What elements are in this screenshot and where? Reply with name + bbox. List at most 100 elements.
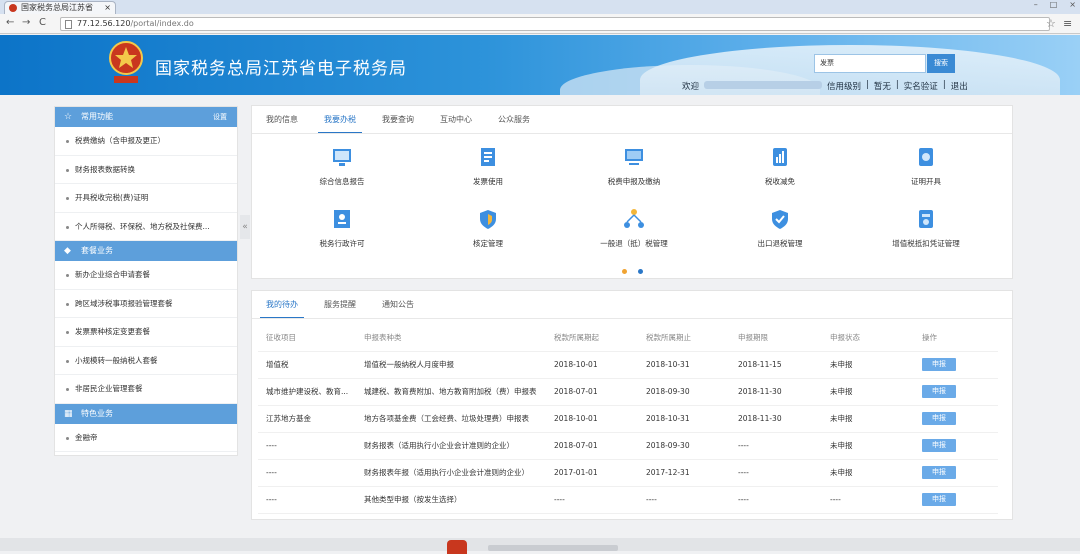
declare-button[interactable]: 申报 <box>922 358 956 371</box>
credit-level-link[interactable]: 信用级别 <box>827 80 861 92</box>
service-item[interactable]: 税费申报及缴纳 <box>574 146 694 187</box>
declare-button[interactable]: 申报 <box>922 385 956 398</box>
column-header: 申报状态 <box>822 325 914 352</box>
welcome-label: 欢迎 <box>682 82 700 92</box>
service-label: 出口退税管理 <box>757 239 803 248</box>
tab-my-info[interactable]: 我的信息 <box>266 106 298 133</box>
tab-service-reminder[interactable]: 服务提醒 <box>324 291 356 318</box>
table-cell: 申报 <box>914 459 998 487</box>
service-label: 一般退（抵）税管理 <box>600 239 668 248</box>
table-cell: ---- <box>822 486 914 514</box>
grid-icon: ▦ <box>64 408 73 419</box>
sidebar-section-packages[interactable]: ◆ 套餐业务 <box>55 241 237 261</box>
table-cell: 2018-10-01 <box>546 405 638 433</box>
star-icon: ☆ <box>64 112 73 122</box>
logout-link[interactable]: 退出 <box>951 80 968 92</box>
browser-menu-icon[interactable]: ≡ <box>1063 17 1072 30</box>
sidebar-item[interactable]: 小规模转一般纳税人套餐 <box>55 347 237 375</box>
bookmark-star-icon[interactable]: ☆ <box>1046 17 1056 30</box>
service-item[interactable]: 税收减免 <box>720 146 840 187</box>
tab-public-service[interactable]: 公众服务 <box>498 106 530 133</box>
export-shield-icon <box>772 210 788 229</box>
tab-divider <box>252 133 1012 134</box>
table-cell: ---- <box>258 459 356 487</box>
sidebar-collapse-handle[interactable]: « <box>240 215 250 239</box>
sidebar-item[interactable]: 跨区域涉税事项报验管理套餐 <box>55 290 237 318</box>
table-cell: 地方各项基金费（工会经费、垃圾处理费）申报表 <box>356 405 546 433</box>
browser-tab[interactable]: 国家税务总局江苏省 × <box>4 1 116 14</box>
service-item[interactable]: 出口退税管理 <box>720 208 840 249</box>
forward-arrow-icon[interactable]: → <box>22 17 30 28</box>
table-cell: 未申报 <box>822 432 914 460</box>
table-cell: 财务报表年报（适用执行小企业会计准则的企业） <box>356 459 546 487</box>
browser-tabstrip: 国家税务总局江苏省 × – □ × <box>0 0 1080 14</box>
table-cell: 增值税一般纳税人月度申报 <box>356 351 546 379</box>
footer-emblem-icon <box>447 540 467 554</box>
service-item[interactable]: 证明开具 <box>866 146 986 187</box>
browser-tab-title: 国家税务总局江苏省 <box>21 3 93 12</box>
close-tab-icon[interactable]: × <box>104 2 111 13</box>
services-panel: 我的信息 我要办税 我要查询 互动中心 公众服务 综合信息报告 发票使用 税费申… <box>251 105 1013 279</box>
table-cell: 2018-07-01 <box>546 378 638 406</box>
service-item[interactable]: 综合信息报告 <box>282 146 402 187</box>
sidebar-item[interactable]: 开具税收完税(费)证明 <box>55 184 237 213</box>
table-row: ---- 其他类型申报（按发生选择） ---- ---- ---- ---- 申报 <box>258 486 998 514</box>
tab-my-todo[interactable]: 我的待办 <box>260 291 304 319</box>
column-header: 税款所属期止 <box>638 325 730 352</box>
sidebar-item[interactable]: 金融帝 <box>55 424 237 452</box>
declare-button[interactable]: 申报 <box>922 439 956 452</box>
carousel-dot-active[interactable] <box>638 269 643 274</box>
minimize-icon[interactable]: – <box>1034 0 1038 12</box>
url-field[interactable]: 77.12.56.120/portal/index.do <box>60 17 1050 31</box>
service-item[interactable]: 发票使用 <box>428 146 548 187</box>
search-input[interactable]: 发票 <box>814 54 926 73</box>
maximize-icon[interactable]: □ <box>1050 0 1058 12</box>
reload-icon[interactable]: C <box>39 17 46 28</box>
license-icon <box>334 210 350 228</box>
service-label: 税费申报及缴纳 <box>607 177 661 186</box>
realname-verify-link[interactable]: 实名验证 <box>904 80 938 92</box>
redacted-username <box>704 81 823 89</box>
service-label: 核定管理 <box>473 239 503 248</box>
carousel-dots[interactable] <box>622 269 643 274</box>
table-cell: 增值税 <box>258 351 356 379</box>
declare-button[interactable]: 申报 <box>922 412 956 425</box>
tab-divider <box>252 318 1012 319</box>
back-arrow-icon[interactable]: ← <box>6 17 14 28</box>
tab-do-tax[interactable]: 我要办税 <box>318 106 362 134</box>
sidebar-item[interactable]: 非居民企业管理套餐 <box>55 375 237 404</box>
sidebar-item[interactable]: 个人所得税、环保税、地方税及社保费... <box>55 213 237 241</box>
sidebar-item[interactable]: 发票票种核定变更套餐 <box>55 318 237 347</box>
service-item[interactable]: 一般退（抵）税管理 <box>574 208 694 249</box>
voucher-icon <box>919 210 933 228</box>
sidebar-item[interactable]: 新办企业综合申请套餐 <box>55 261 237 290</box>
sidebar-section-featured[interactable]: ▦ 特色业务 <box>55 403 237 424</box>
table-cell: 2017-12-31 <box>638 459 730 487</box>
window-close-icon[interactable]: × <box>1069 0 1076 12</box>
sidebar-item[interactable]: 税费缴纳（含申报及更正） <box>55 127 237 156</box>
tab-notices[interactable]: 通知公告 <box>382 291 414 318</box>
sidebar-section-common[interactable]: ☆ 常用功能 设置 <box>55 107 237 127</box>
tab-query[interactable]: 我要查询 <box>382 106 414 133</box>
settings-link[interactable]: 设置 <box>213 107 227 127</box>
service-item[interactable]: 核定管理 <box>428 208 548 249</box>
table-cell: 2018-07-01 <box>546 432 638 460</box>
service-label: 税收减免 <box>765 177 795 186</box>
table-cell: ---- <box>730 459 822 487</box>
service-item[interactable]: 增值税抵扣凭证管理 <box>866 208 986 249</box>
table-cell: 2018-10-31 <box>638 405 730 433</box>
table-cell: ---- <box>730 432 822 460</box>
declare-button[interactable]: 申报 <box>922 493 956 506</box>
certificate-icon <box>919 148 933 166</box>
declare-button[interactable]: 申报 <box>922 466 956 479</box>
todo-tabs: 我的待办 服务提醒 通知公告 <box>260 291 414 319</box>
tab-interaction[interactable]: 互动中心 <box>440 106 472 133</box>
table-cell: 申报 <box>914 486 998 514</box>
carousel-dot[interactable] <box>622 269 627 274</box>
table-cell: 申报 <box>914 378 998 406</box>
sidebar-item[interactable]: 财务报表数据转换 <box>55 156 237 184</box>
site-banner: 国家税务总局江苏省电子税务局 发票 搜索 欢迎 信用级别 | 暂无 | 实名验证 | … <box>0 35 1080 95</box>
credit-value: 暂无 <box>873 82 891 92</box>
search-button[interactable]: 搜索 <box>927 54 955 73</box>
service-item[interactable]: 税务行政许可 <box>282 208 402 249</box>
